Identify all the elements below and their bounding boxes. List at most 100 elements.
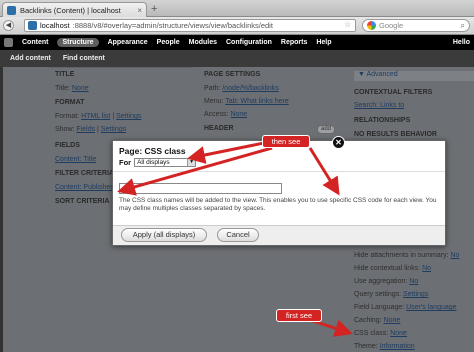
fields-link[interactable]: Content: Title <box>55 156 96 163</box>
page-settings-label: PAGE SETTINGS <box>204 71 261 78</box>
css-class-link[interactable]: None <box>390 330 407 337</box>
site-favicon-icon <box>28 21 37 30</box>
fields-value: Content: Title <box>55 156 96 163</box>
css-class-dialog: Page: CSS class For All displays ▼ The C… <box>112 140 446 246</box>
google-logo-icon <box>367 21 376 30</box>
show-value: Show: Fields | Settings <box>55 126 127 133</box>
header-section-label: HEADER <box>204 125 234 132</box>
option-label: Use aggregation: <box>354 278 408 285</box>
apply-button[interactable]: Apply (all displays) <box>121 228 207 242</box>
access-value: Access: None <box>204 111 247 118</box>
toolbar-item-appearance[interactable]: Appearance <box>108 39 148 46</box>
fields-section-label: FIELDS <box>55 142 80 149</box>
option-label: Hide contextual links: <box>354 265 421 272</box>
drupal-favicon-icon <box>7 5 16 15</box>
shortcut-find-content[interactable]: Find content <box>63 55 105 62</box>
toolbar-item-structure[interactable]: Structure <box>57 38 99 47</box>
advanced-toggle[interactable]: ▼ Advanced <box>354 71 474 81</box>
format-settings-link[interactable]: Settings <box>116 113 141 120</box>
browser-tab[interactable]: Backlinks (Content) | localhost × <box>2 2 147 17</box>
option-row: Hide attachments in summary: No <box>354 252 459 259</box>
dialog-title: Page: CSS class <box>119 146 186 156</box>
format-prefix: Format: <box>55 113 80 120</box>
display-selector-row: For All displays ▼ <box>119 158 197 167</box>
toolbar-item-content[interactable]: Content <box>22 39 48 46</box>
toolbar-item-help[interactable]: Help <box>316 39 331 46</box>
home-icon[interactable] <box>4 38 13 47</box>
format-value: Format: HTML list | Settings <box>55 113 142 120</box>
search-placeholder: Google <box>379 21 404 30</box>
show-settings-link[interactable]: Settings <box>101 126 126 133</box>
option-row: Use aggregation: No <box>354 278 418 285</box>
path-value: Path: /node/%/backlinks <box>204 85 279 92</box>
option-row: Theme: Information <box>354 343 415 350</box>
filter-value: Content: Published <box>55 184 114 191</box>
back-arrow-icon[interactable]: ◀ <box>3 20 14 31</box>
toolbar-item-reports[interactable]: Reports <box>281 39 307 46</box>
close-icon[interactable]: ✕ <box>332 136 345 149</box>
shortcut-add-content[interactable]: Add content <box>10 55 51 62</box>
css-class-input[interactable] <box>119 183 282 194</box>
display-select-value: All displays <box>137 159 170 166</box>
path-link[interactable]: /node/%/backlinks <box>222 85 278 92</box>
address-bar[interactable]: localhost:8888/v8/#overlay=admin/structu… <box>24 19 356 32</box>
new-tab-icon[interactable]: + <box>151 3 157 15</box>
browser-navigation-bar: ◀ localhost:8888/v8/#overlay=admin/struc… <box>0 17 474 35</box>
filter-section-label: FILTER CRITERIA <box>55 170 114 177</box>
contextual-filters-label: CONTEXTUAL FILTERS <box>354 89 433 96</box>
display-select[interactable]: All displays ▼ <box>134 158 197 167</box>
format-section-label: FORMAT <box>55 99 85 106</box>
first-see-callout: first see <box>276 309 322 322</box>
user-greeting[interactable]: Hello <box>453 39 470 46</box>
toolbar-item-configuration[interactable]: Configuration <box>226 39 272 46</box>
title-section-label: TITLE <box>55 71 75 78</box>
option-link[interactable]: No <box>409 278 418 285</box>
menu-prefix: Menu: <box>204 98 224 105</box>
css-class-row: CSS class: None <box>354 330 407 337</box>
shortcuts-bar: Add content Find content <box>0 50 474 67</box>
filter-link[interactable]: Content: Published <box>55 184 114 191</box>
path-prefix: Path: <box>204 85 221 92</box>
access-link[interactable]: None <box>230 111 247 118</box>
css-class-description: The CSS class names will be added to the… <box>119 197 437 212</box>
admin-toolbar: Content Structure Appearance People Modu… <box>0 35 474 50</box>
option-link[interactable]: No <box>451 252 460 259</box>
browser-tab-bar: Backlinks (Content) | localhost × + <box>0 0 474 17</box>
title-link[interactable]: None <box>72 85 89 92</box>
title-prefix: Title: <box>55 85 70 92</box>
option-link[interactable]: Settings <box>403 291 428 298</box>
menu-value: Menu: Tab: What links here <box>204 98 289 105</box>
toolbar-item-people[interactable]: People <box>157 39 180 46</box>
left-edge-stripe <box>0 67 3 352</box>
url-host: localhost <box>40 21 70 30</box>
option-row: Hide contextual links: No <box>354 265 431 272</box>
show-link[interactable]: Fields <box>76 126 95 133</box>
toolbar-item-modules[interactable]: Modules <box>189 39 217 46</box>
option-link[interactable]: None <box>384 317 401 324</box>
bookmark-star-icon[interactable]: ☆ <box>344 20 351 29</box>
search-icon[interactable]: ⌕ <box>461 21 465 31</box>
option-row: Query settings: Settings <box>354 291 428 298</box>
option-link[interactable]: Information <box>380 343 415 350</box>
option-label: Query settings: <box>354 291 402 298</box>
format-link[interactable]: HTML list <box>81 113 110 120</box>
no-results-label: NO RESULTS BEHAVIOR <box>354 131 437 138</box>
cancel-button[interactable]: Cancel <box>217 228 259 242</box>
url-path: :8888/v8/#overlay=admin/structure/views/… <box>72 21 273 30</box>
then-see-callout: then see <box>262 135 310 148</box>
tab-close-icon[interactable]: × <box>137 6 142 15</box>
menu-link[interactable]: Tab: What links here <box>225 98 288 105</box>
option-link[interactable]: No <box>422 265 431 272</box>
option-row: Caching: None <box>354 317 400 324</box>
header-add-button[interactable]: add <box>317 125 335 134</box>
search-field[interactable]: Google ⌕ <box>362 19 470 32</box>
divider <box>48 67 193 68</box>
contextual-value: Search: Links to <box>354 102 404 109</box>
contextual-link[interactable]: Search: Links to <box>354 102 404 109</box>
option-row: Field Language: User's language <box>354 304 457 311</box>
option-link[interactable]: User's language <box>406 304 456 311</box>
option-label: Theme: <box>354 343 378 350</box>
option-label: Caching: <box>354 317 382 324</box>
option-label: Hide attachments in summary: <box>354 252 449 259</box>
dialog-divider <box>113 171 445 172</box>
